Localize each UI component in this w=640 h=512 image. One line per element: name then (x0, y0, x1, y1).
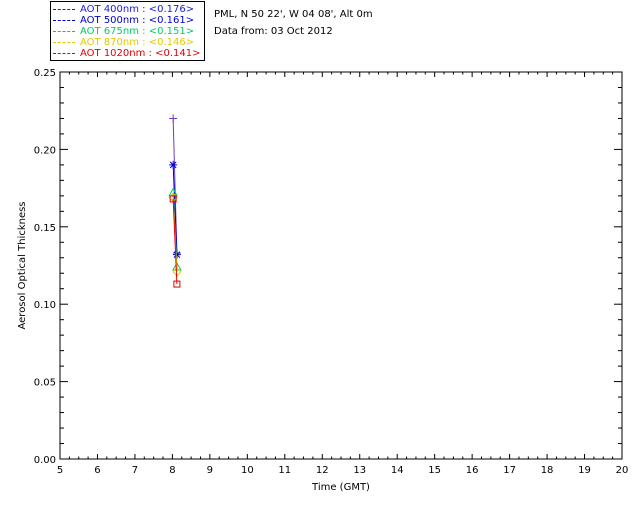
x-tick-label: 5 (57, 465, 63, 476)
x-tick-label: 19 (578, 465, 591, 476)
asterisk-marker (169, 160, 178, 169)
x-tick-label: 15 (428, 465, 441, 476)
y-tick-label: 0.05 (34, 378, 56, 389)
y-tick-label: 0.10 (34, 300, 56, 311)
x-tick-label: 14 (391, 465, 404, 476)
plot-frame (59, 71, 623, 460)
x-tick-label: 20 (616, 465, 629, 476)
y-tick-label: 0.25 (34, 68, 56, 79)
x-tick-label: 11 (278, 465, 291, 476)
x-tick-label: 16 (466, 465, 479, 476)
series-layer (168, 114, 182, 288)
y-axis-title: Aerosol Optical Thickness (17, 201, 28, 329)
y-tick-label: 0.20 (34, 145, 56, 156)
x-tick-label: 17 (503, 465, 516, 476)
x-tick-label: 10 (241, 465, 254, 476)
y-tick-label: 0.15 (34, 223, 56, 234)
y-tick-label: 0.00 (34, 455, 56, 466)
x-tick-label: 18 (541, 465, 554, 476)
aot-chart: 5 6 7 8 9 10 11 12 13 14 15 16 17 18 19 20 0.00 0.05 0.10 0… (17, 68, 629, 493)
x-tick-label: 9 (207, 465, 213, 476)
x-tick-label: 6 (94, 465, 100, 476)
x-tick-label: 7 (132, 465, 138, 476)
x-tick-label: 12 (316, 465, 329, 476)
x-tick-label: 8 (169, 465, 175, 476)
x-axis-title: Time (GMT) (311, 482, 370, 493)
plus-marker (169, 114, 178, 123)
axis-ticks: 5 6 7 8 9 10 11 12 13 14 15 16 17 18 19 20 0.00 0.05 0.10 0… (34, 68, 629, 476)
x-tick-label: 13 (353, 465, 366, 476)
